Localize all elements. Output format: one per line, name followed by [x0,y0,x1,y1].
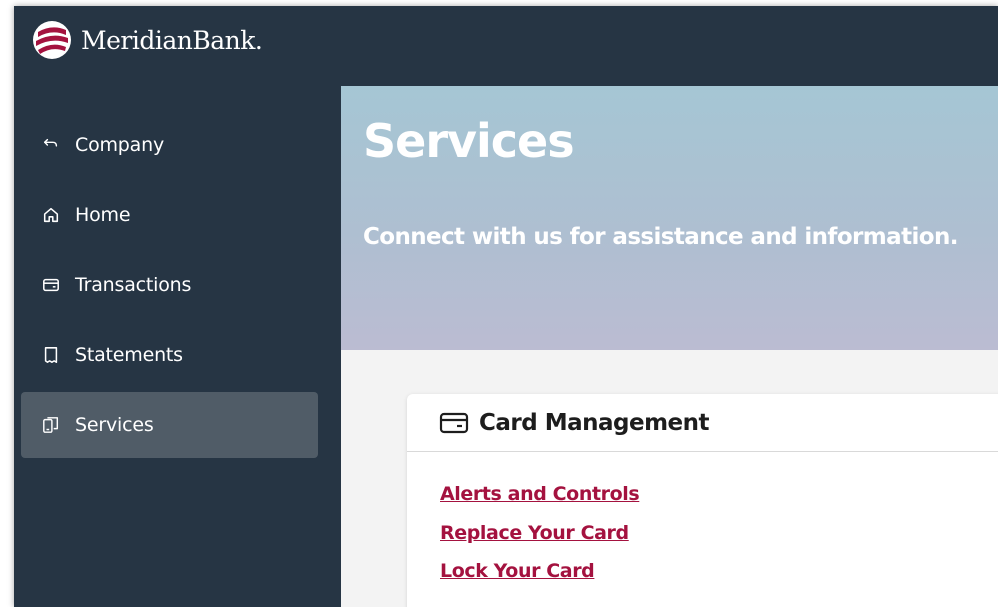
lock-your-card-link[interactable]: Lock Your Card [440,559,639,598]
card-management-panel: Card Management Alerts and Controls Repl… [407,394,998,607]
card-header: Card Management [407,394,998,452]
sidebar: Company Home Transactions Statements Ser… [14,86,341,607]
sidebar-item-label: Company [75,134,164,156]
sidebar-item-label: Statements [75,344,183,366]
top-bar: MeridianBank. [14,6,998,86]
main-content: Services Connect with us for assistance … [341,86,998,607]
page-header-banner: Services Connect with us for assistance … [341,86,998,350]
bank-logo-icon [33,21,71,59]
card-title: Card Management [479,409,710,436]
sidebar-item-statements[interactable]: Statements [21,322,318,388]
page-subtitle: Connect with us for assistance and infor… [363,224,958,250]
replace-your-card-link[interactable]: Replace Your Card [440,521,639,560]
brand-name: MeridianBank. [81,25,263,55]
sidebar-item-label: Services [75,414,154,436]
card-icon [41,275,61,295]
page-title: Services [363,114,575,168]
home-icon [41,205,61,225]
back-arrow-icon [41,135,61,155]
sidebar-item-transactions[interactable]: Transactions [21,252,318,318]
sidebar-item-label: Transactions [75,274,192,296]
devices-icon [41,415,61,435]
credit-card-icon [439,411,469,435]
receipt-icon [41,345,61,365]
brand[interactable]: MeridianBank. [32,20,263,60]
app-window: MeridianBank. Company Home Transactions … [14,6,998,607]
sidebar-item-label: Home [75,204,131,226]
sidebar-item-services[interactable]: Services [21,392,318,458]
sidebar-item-company[interactable]: Company [21,112,318,178]
sidebar-item-home[interactable]: Home [21,182,318,248]
card-links: Alerts and Controls Replace Your Card Lo… [440,482,640,598]
alerts-and-controls-link[interactable]: Alerts and Controls [440,482,640,521]
